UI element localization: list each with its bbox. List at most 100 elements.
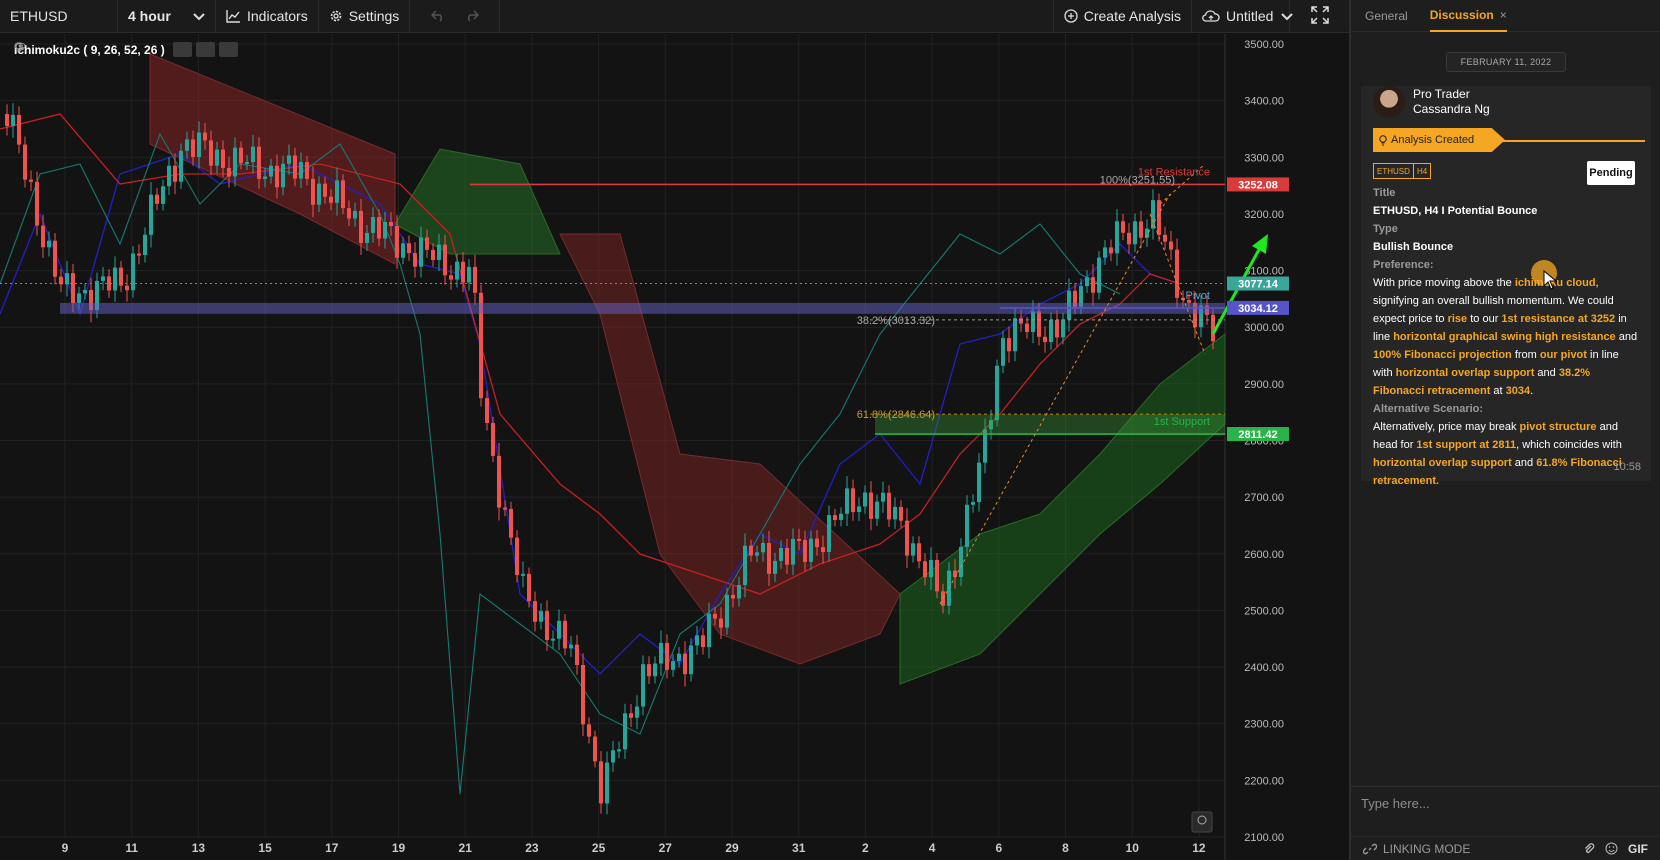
candle-body bbox=[641, 664, 645, 707]
candle-body bbox=[17, 114, 21, 145]
candle-body bbox=[629, 713, 633, 718]
message-input-area bbox=[1351, 786, 1660, 820]
candle-body bbox=[539, 611, 543, 622]
gif-button[interactable]: GIF bbox=[1628, 842, 1648, 856]
text-run: and bbox=[1534, 367, 1559, 379]
symbol-label: ETHUSD bbox=[10, 8, 68, 24]
x-tick-label: 11 bbox=[125, 841, 138, 855]
candle-body bbox=[287, 155, 291, 164]
create-analysis-button[interactable]: Create Analysis bbox=[1052, 0, 1192, 33]
candle-body bbox=[791, 538, 795, 565]
price-axis-tag-label: 3077.14 bbox=[1238, 279, 1279, 291]
close-icon[interactable]: × bbox=[1500, 8, 1507, 22]
status-badge[interactable]: Pending bbox=[1587, 161, 1635, 185]
candle-body bbox=[557, 620, 561, 639]
candle-body bbox=[917, 543, 921, 562]
candle-body bbox=[23, 144, 27, 180]
symbol-selector[interactable]: ETHUSD bbox=[0, 0, 118, 33]
type-value: Bullish Bounce bbox=[1373, 241, 1454, 253]
eye-icon[interactable] bbox=[14, 42, 192, 57]
candle-body bbox=[431, 249, 435, 261]
candle-body bbox=[275, 165, 279, 188]
candle-body bbox=[233, 147, 237, 177]
gear-icon bbox=[329, 9, 343, 23]
candle-body bbox=[881, 492, 885, 502]
text-run: . bbox=[1530, 385, 1534, 397]
candle-body bbox=[1211, 314, 1215, 342]
highlight-run: pivot structure bbox=[1519, 421, 1597, 433]
price-axis-tag-label: 3034.12 bbox=[1238, 303, 1278, 315]
link-icon[interactable] bbox=[1363, 842, 1377, 856]
redo-icon[interactable] bbox=[465, 6, 480, 27]
candle-body bbox=[329, 196, 333, 203]
layout-selector[interactable]: Untitled bbox=[1192, 0, 1294, 33]
candle-body bbox=[611, 750, 615, 763]
indicators-button[interactable]: Indicators bbox=[216, 0, 319, 33]
candle-body bbox=[473, 266, 477, 293]
y-tick-label: 3200.00 bbox=[1244, 209, 1284, 221]
candle-body bbox=[239, 147, 243, 164]
candle-body bbox=[101, 276, 105, 281]
text-run: to our bbox=[1467, 313, 1502, 325]
candle-body bbox=[1037, 311, 1041, 337]
emoji-icon[interactable] bbox=[1605, 842, 1618, 855]
candle-body bbox=[173, 165, 177, 182]
gear-icon[interactable] bbox=[14, 42, 215, 57]
y-tick-label: 3400.00 bbox=[1244, 96, 1284, 108]
preference-label: Preference: bbox=[1373, 259, 1434, 271]
message-input[interactable] bbox=[1361, 796, 1650, 811]
interval-label: 4 hour bbox=[128, 8, 171, 24]
candle-body bbox=[719, 618, 723, 628]
analysis-created-badge: Analysis Created bbox=[1373, 128, 1505, 152]
candle-body bbox=[713, 613, 717, 619]
candle-body bbox=[185, 139, 189, 151]
forecast-arrowhead bbox=[1252, 234, 1268, 254]
candle-body bbox=[863, 492, 867, 507]
candle-body bbox=[353, 210, 357, 219]
app-root: ETHUSD 4 hour Indicators Settings Create… bbox=[0, 0, 1660, 860]
candle-body bbox=[203, 132, 207, 141]
chart-canvas[interactable]: 3500.003400.003300.003200.003100.003000.… bbox=[0, 34, 1290, 860]
highlight-run: horizontal overlap support bbox=[1395, 367, 1535, 379]
candle-body bbox=[305, 162, 309, 179]
candle-body bbox=[113, 267, 117, 291]
candle-body bbox=[1025, 323, 1029, 333]
x-tick-label: 4 bbox=[929, 841, 936, 855]
candle-body bbox=[599, 761, 603, 804]
text-run: at bbox=[1490, 385, 1506, 397]
y-tick-label: 3300.00 bbox=[1244, 152, 1284, 164]
fullscreen-button[interactable] bbox=[1290, 0, 1350, 33]
trash-icon[interactable] bbox=[15, 42, 238, 57]
attachment-icon[interactable] bbox=[1583, 842, 1595, 855]
candle-body bbox=[995, 365, 999, 421]
tab-discussion[interactable]: Discussion × bbox=[1429, 0, 1507, 32]
settings-button[interactable]: Settings bbox=[319, 0, 411, 33]
candle-body bbox=[905, 520, 909, 556]
candle-body bbox=[125, 285, 129, 291]
y-tick-label: 2100.00 bbox=[1244, 832, 1284, 844]
text-run: , which coincides with bbox=[1516, 439, 1622, 451]
candle-body bbox=[857, 506, 861, 513]
price-axis-tag-label: 3252.08 bbox=[1238, 179, 1278, 191]
candle-body bbox=[773, 560, 777, 574]
candle-body bbox=[1043, 336, 1047, 343]
candle-body bbox=[179, 150, 183, 182]
candle-body bbox=[1157, 200, 1161, 235]
candle-body bbox=[689, 645, 693, 675]
candle-body bbox=[833, 515, 837, 521]
avatar[interactable] bbox=[1373, 86, 1405, 118]
tab-general[interactable]: General bbox=[1365, 0, 1408, 32]
candle-body bbox=[347, 208, 351, 219]
undo-icon[interactable] bbox=[430, 6, 445, 27]
linking-mode-label[interactable]: LINKING MODE bbox=[1383, 842, 1470, 856]
x-tick-label: 29 bbox=[725, 841, 739, 855]
candle-body bbox=[1115, 221, 1119, 254]
title-label: Title bbox=[1373, 187, 1396, 199]
create-analysis-label: Create Analysis bbox=[1083, 8, 1181, 24]
candle-body bbox=[407, 243, 411, 254]
interval-selector[interactable]: 4 hour bbox=[118, 0, 216, 33]
candle-body bbox=[827, 515, 831, 552]
price-chart[interactable]: 3500.00 3400.00 3300.00 3200.00 3100.00 3000.… bbox=[0, 34, 1290, 860]
candle-body bbox=[749, 545, 753, 556]
analysis-created-label: Analysis Created bbox=[1391, 134, 1475, 146]
